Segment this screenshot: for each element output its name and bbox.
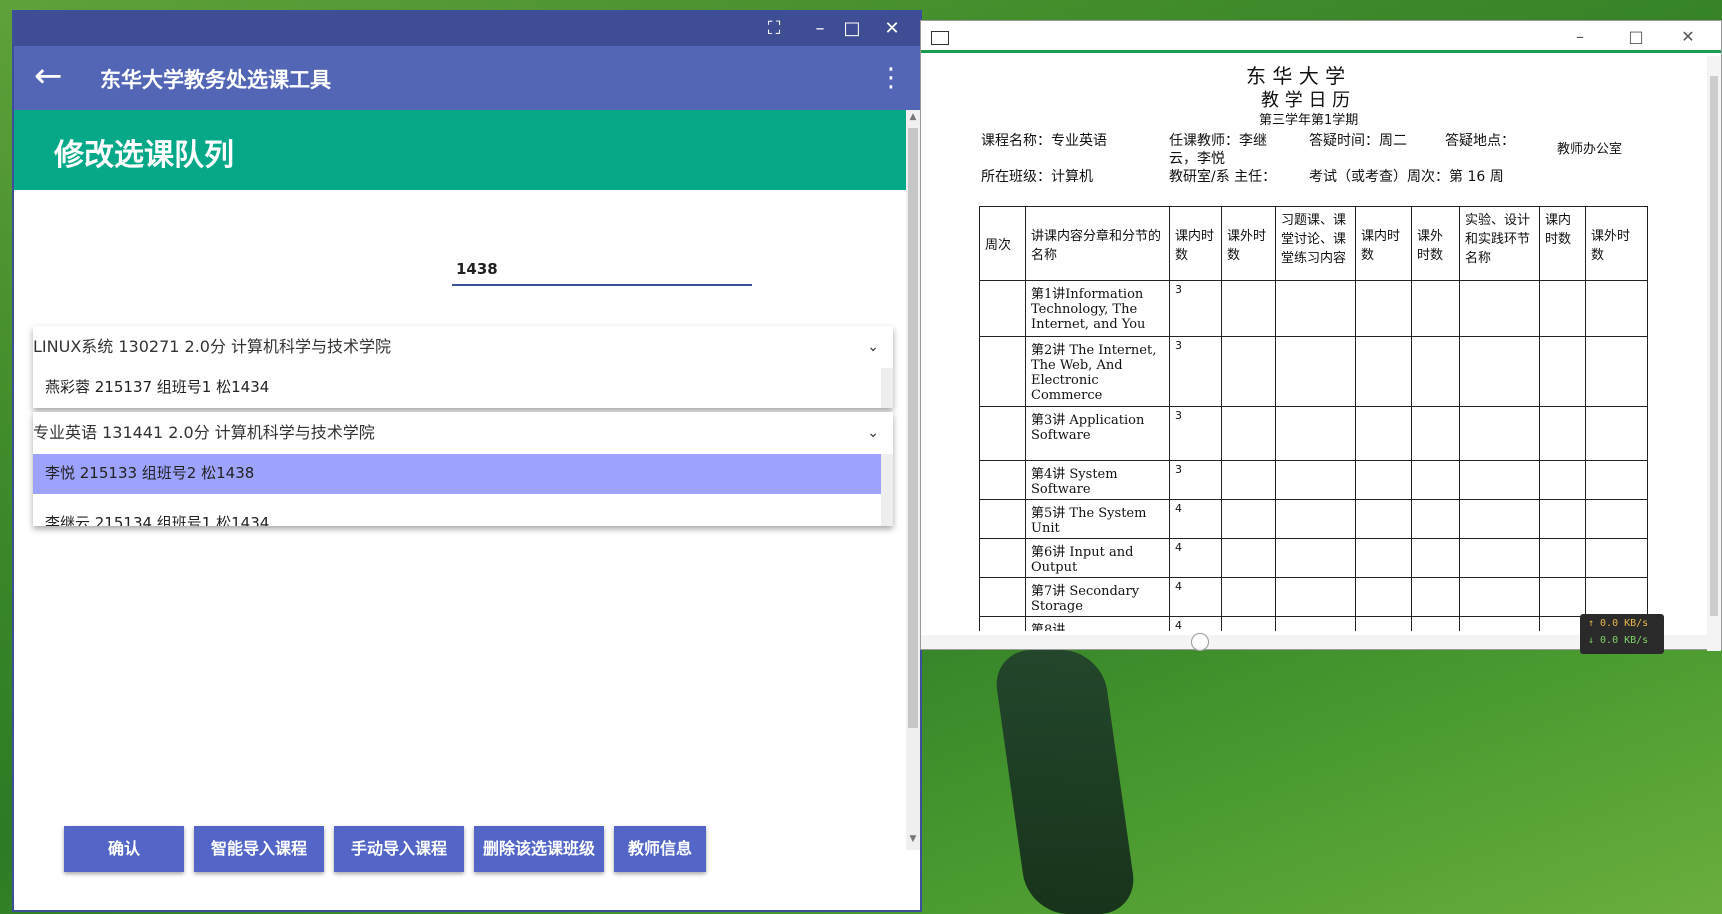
confirm-button[interactable]: 确认 xyxy=(64,826,184,872)
table-row: 第1讲Information Technology, The Internet,… xyxy=(979,280,1648,337)
doc-qa-place: 答疑地点： xyxy=(1445,133,1515,149)
list-item[interactable]: 燕彩蓉 215137 组班号1 松1434 xyxy=(33,368,893,408)
doc-qa-place-value: 教师办公室 xyxy=(1557,142,1623,157)
table-row: 第5讲 The System Unit 4 xyxy=(979,499,1648,539)
table-row: 第4讲 System Software 3 xyxy=(979,460,1648,500)
table-row: 第8讲 Communication And Networks4 xyxy=(979,616,1648,631)
window-titlebar: ⛶ – □ ✕ xyxy=(14,12,920,46)
smart-import-button[interactable]: 智能导入课程 xyxy=(194,826,324,872)
doc-exam: 考试（或考查）周次：第 16 周 xyxy=(1309,169,1504,185)
doc-qa-time: 答疑时间：周二 xyxy=(1309,133,1407,149)
maximize-icon[interactable]: □ xyxy=(834,12,870,46)
chevron-down-icon[interactable]: ⌄ xyxy=(867,326,879,368)
network-speed-widget: ↑ 0.0 KB/s ↓ 0.0 KB/s xyxy=(1580,614,1664,654)
fullscreen-icon[interactable]: ⛶ xyxy=(756,12,792,46)
th-lab: 实验、设计和实践环节名称 xyxy=(1459,206,1540,281)
list-scrollbar[interactable] xyxy=(881,454,893,526)
scroll-knob[interactable] xyxy=(1191,633,1209,651)
course-header[interactable]: 专业英语 131441 2.0分 计算机科学与技术学院 ⌄ xyxy=(33,412,893,454)
maximize-icon[interactable]: □ xyxy=(1613,21,1659,53)
doc-course-name: 课程名称：专业英语 xyxy=(981,133,1107,149)
th-out-hours: 课外时数 xyxy=(1221,206,1276,281)
document-page: 东 华 大 学 教 学 日 历 第三学年第1学期 课程名称：专业英语 任课教师：… xyxy=(921,56,1707,631)
page-banner: 修改选课队列 xyxy=(14,110,906,190)
course-header-label: 专业英语 131441 2.0分 计算机科学与技术学院 xyxy=(33,423,375,442)
list-item[interactable]: 李继云 215134 组班号1 松1434 xyxy=(33,504,893,526)
page-title: 修改选课队列 xyxy=(54,138,234,173)
minimize-icon[interactable]: – xyxy=(1557,21,1603,53)
th-in-hours: 课内时数 xyxy=(1169,206,1222,281)
table-row: 第6讲 Input and Output 4 xyxy=(979,538,1648,578)
scrollbar-thumb[interactable] xyxy=(1710,76,1718,616)
calendar-table: 周次 讲课内容分章和分节的名称 课内时数 课外时数 习题课、课堂讨论、课堂练习内… xyxy=(979,206,1648,631)
th-week: 周次 xyxy=(979,206,1026,281)
doc-teacher: 任课教师：李继 xyxy=(1169,133,1267,149)
doc-semester: 第三学年第1学期 xyxy=(1259,113,1359,128)
close-icon[interactable]: ✕ xyxy=(874,12,910,46)
list-scrollbar[interactable] xyxy=(881,368,893,408)
table-row: 第7讲 Secondary Storage 4 xyxy=(979,577,1648,617)
back-arrow-icon[interactable]: ← xyxy=(34,58,74,98)
search-input[interactable]: 1438 xyxy=(452,252,752,286)
vertical-scrollbar[interactable]: ▲ ▼ xyxy=(906,110,920,850)
th-in-hours-2: 课内时数 xyxy=(1355,206,1412,281)
list-item-selected[interactable]: 李悦 215133 组班号2 松1438 xyxy=(33,454,893,494)
scrollbar-thumb[interactable] xyxy=(908,128,918,728)
th-exercise: 习题课、课堂讨论、课堂练习内容 xyxy=(1275,206,1356,281)
delete-class-button[interactable]: 删除该选课班级 xyxy=(474,826,604,872)
course-header[interactable]: LINUX系统 130271 2.0分 计算机科学与技术学院 ⌄ xyxy=(33,326,893,368)
th-out-hours-3: 课外时数 xyxy=(1585,206,1648,281)
desktop-river xyxy=(991,650,1139,914)
course-header-label: LINUX系统 130271 2.0分 计算机科学与技术学院 xyxy=(33,337,392,356)
table-row: 第3讲 Application Software 3 xyxy=(979,406,1648,461)
upload-speed: ↑ 0.0 KB/s xyxy=(1588,618,1649,629)
app-title: 东华大学教务处选课工具 xyxy=(100,68,331,92)
chevron-down-icon[interactable]: ⌄ xyxy=(867,412,879,454)
viewer-titlebar: – □ ✕ xyxy=(921,21,1721,53)
doc-class: 所在班级：计算机 xyxy=(981,169,1093,185)
minimize-icon[interactable]: – xyxy=(802,12,838,46)
th-out-hours-2: 课外时数 xyxy=(1411,206,1460,281)
manual-import-button[interactable]: 手动导入课程 xyxy=(334,826,464,872)
table-header-row: 周次 讲课内容分章和分节的名称 课内时数 课外时数 习题课、课堂讨论、课堂练习内… xyxy=(979,206,1648,281)
download-speed: ↓ 0.0 KB/s xyxy=(1588,635,1649,646)
course-card: LINUX系统 130271 2.0分 计算机科学与技术学院 ⌄ 燕彩蓉 215… xyxy=(33,326,893,408)
table-row: 第2讲 The Internet, The Web, And Electroni… xyxy=(979,336,1648,407)
doc-teacher-cont: 云，李悦 xyxy=(1169,151,1225,167)
course-tool-window: ⛶ – □ ✕ ← 东华大学教务处选课工具 ⋮ 修改选课队列 ▲ ▼ 1438 … xyxy=(12,10,922,912)
doc-university: 东 华 大 学 xyxy=(1246,64,1346,88)
document-viewer-window: – □ ✕ 东 华 大 学 教 学 日 历 第三学年第1学期 课程名称：专业英语… xyxy=(920,20,1722,651)
th-content: 讲课内容分章和分节的名称 xyxy=(1025,206,1170,281)
th-in-hours-3: 课内时数 xyxy=(1539,206,1586,281)
doc-dept: 教研室/系 主任： xyxy=(1169,169,1277,185)
course-card: 专业英语 131441 2.0分 计算机科学与技术学院 ⌄ 李悦 215133 … xyxy=(33,412,893,526)
app-bar: ← 东华大学教务处选课工具 ⋮ xyxy=(14,46,920,110)
document-vertical-scrollbar[interactable] xyxy=(1707,56,1721,651)
more-menu-icon[interactable]: ⋮ xyxy=(876,60,906,96)
app-icon xyxy=(931,31,949,45)
teacher-info-button[interactable]: 教师信息 xyxy=(614,826,706,872)
close-icon[interactable]: ✕ xyxy=(1665,21,1711,53)
